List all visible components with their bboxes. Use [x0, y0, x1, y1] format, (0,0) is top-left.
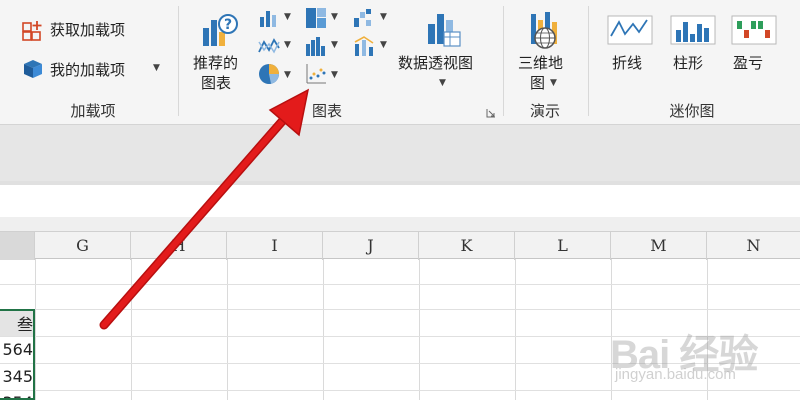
column-header[interactable]: L [515, 232, 611, 260]
column-header[interactable]: H [131, 232, 227, 260]
ribbon: 获取加载项 我的加载项 ▼ 加载项 ? 推荐的 图表 ▼ ▼ ▼ ▼ ▼ ▼ ▼… [0, 0, 800, 125]
column-header[interactable]: K [419, 232, 515, 260]
charts-group-label: 图表 [311, 102, 342, 120]
column-chart-icon[interactable] [257, 6, 281, 30]
group-divider [178, 6, 179, 116]
grid-line [0, 309, 800, 310]
3d-map-label-line1: 三维地 [518, 54, 564, 72]
chevron-down-icon[interactable]: ▼ [550, 78, 557, 88]
column-header-row: G H I J K L M N [0, 231, 800, 260]
svg-text:?: ? [224, 17, 232, 33]
chevron-down-icon[interactable]: ▼ [331, 40, 338, 50]
3d-map-button[interactable]: 三维地 图 ▼ [510, 8, 580, 96]
column-header[interactable]: I [227, 232, 323, 260]
grid-line [515, 259, 516, 400]
recommended-label-line1: 推荐的 [193, 54, 239, 72]
sparkline-column-button[interactable]: 柱形 [663, 8, 723, 88]
sparkline-line-icon [607, 15, 653, 45]
line-chart-icon[interactable] [257, 34, 281, 58]
hierarchy-chart-icon[interactable] [304, 6, 328, 30]
chevron-down-icon[interactable]: ▼ [284, 12, 291, 22]
sparkline-winloss-button[interactable]: 盈亏 [724, 8, 784, 88]
get-addins-button[interactable]: 获取加载项 [20, 16, 170, 42]
group-divider [588, 6, 589, 116]
chevron-down-icon[interactable]: ▼ [284, 40, 291, 50]
grid-line [0, 284, 800, 285]
column-header[interactable]: N [707, 232, 800, 260]
addin-cube-icon [24, 60, 42, 78]
column-header-selected[interactable] [0, 232, 35, 260]
divider [0, 217, 800, 231]
globe-map-icon [531, 12, 557, 49]
pivot-chart-button[interactable]: 数据透视图 ▼ [394, 8, 494, 96]
chevron-down-icon[interactable]: ▼ [331, 70, 338, 80]
grid-line [35, 259, 36, 400]
chevron-down-icon[interactable]: ▼ [380, 12, 387, 22]
3d-map-label-line2: 图 [530, 74, 546, 92]
pivot-chart-label: 数据透视图 [398, 54, 474, 72]
sparkline-line-button[interactable]: 折线 [600, 8, 660, 88]
tour-group-label: 演示 [529, 102, 560, 120]
pivot-chart-icon [428, 14, 461, 47]
pie-chart-icon[interactable] [257, 62, 281, 86]
grid-line [419, 259, 420, 400]
chevron-down-icon[interactable]: ▼ [153, 63, 160, 73]
sparkline-winloss-icon [731, 15, 777, 45]
column-header[interactable]: J [323, 232, 419, 260]
waterfall-chart-icon[interactable] [352, 6, 376, 30]
recommended-charts-button[interactable]: ? 推荐的 图表 [188, 8, 250, 96]
my-addins-button[interactable]: 我的加载项 ▼ [20, 56, 170, 82]
watermark-url: jingyan.baidu.com [615, 366, 736, 383]
recommended-label-line2: 图表 [201, 74, 232, 92]
chevron-down-icon[interactable]: ▼ [331, 12, 338, 22]
addins-group-label: 加载项 [70, 102, 116, 120]
sparkline-column-label: 柱形 [673, 54, 704, 72]
my-addins-label: 我的加载项 [50, 61, 126, 79]
grid-line [323, 259, 324, 400]
dialog-launcher-icon[interactable] [486, 108, 496, 118]
statistic-chart-icon[interactable] [304, 34, 328, 58]
formula-input-row[interactable] [0, 185, 800, 217]
grid-line [227, 259, 228, 400]
sparkline-column-icon [670, 15, 716, 45]
formula-bar-area [0, 125, 800, 181]
get-addins-label: 获取加载项 [50, 21, 126, 39]
grid-line [0, 390, 800, 391]
chevron-down-icon[interactable]: ▼ [380, 40, 387, 50]
chevron-down-icon[interactable]: ▼ [439, 78, 446, 88]
selection-border [0, 309, 35, 400]
column-header[interactable]: G [35, 232, 131, 260]
store-plus-icon [22, 21, 42, 41]
scatter-chart-icon[interactable] [304, 62, 328, 86]
column-header[interactable]: M [611, 232, 707, 260]
group-divider [503, 6, 504, 116]
combo-chart-icon[interactable] [352, 34, 376, 58]
sparklines-group-label: 迷你图 [669, 102, 715, 120]
sparkline-line-label: 折线 [612, 54, 643, 72]
grid-line [131, 259, 132, 400]
chevron-down-icon[interactable]: ▼ [284, 70, 291, 80]
sparkline-winloss-label: 盈亏 [733, 54, 764, 72]
recommended-charts-icon: ? [203, 14, 238, 46]
